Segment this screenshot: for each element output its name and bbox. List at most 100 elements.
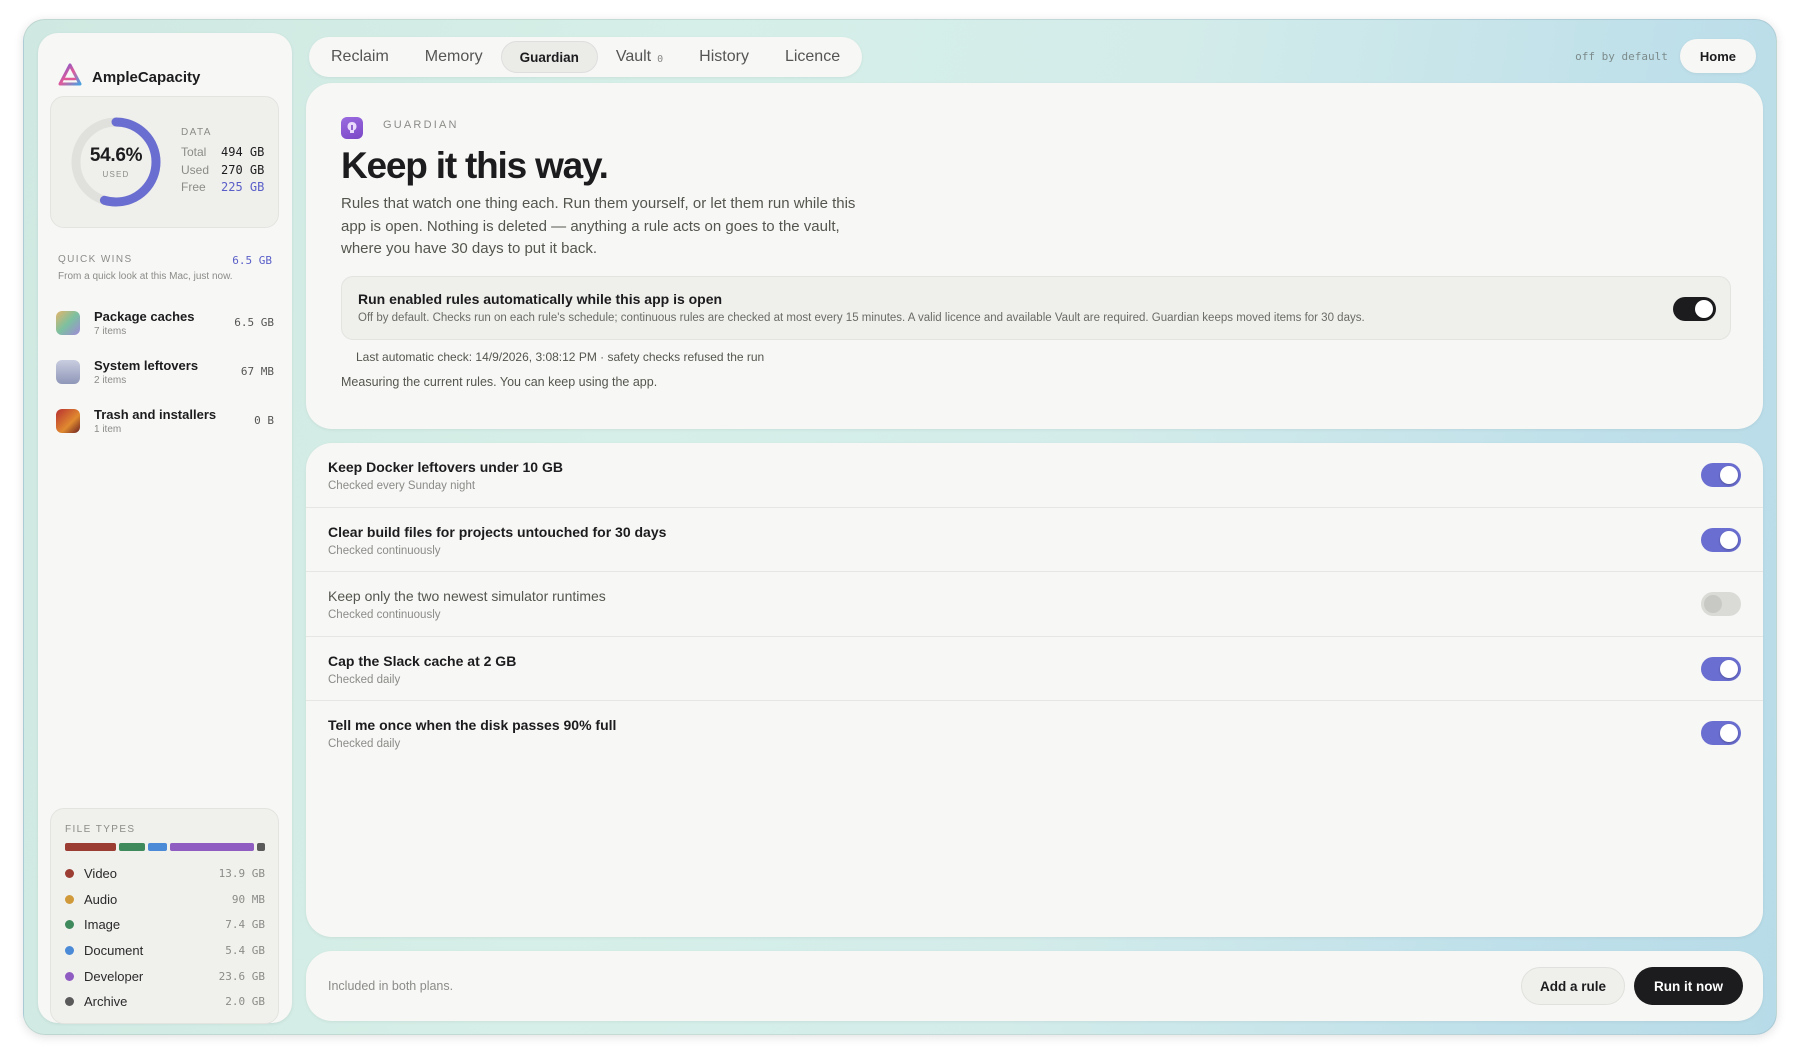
rule-title: Keep only the two newest simulator runti… [328,588,606,605]
rule-schedule: Checked daily [328,738,401,751]
app-name: AmpleCapacity [92,69,201,86]
file-types-list: Video 13.9 GB Audio 90 MB Image 7.4 GB Documen… [65,861,265,1015]
quick-wins-subtitle: From a quick look at this Mac, just now. [58,271,233,282]
file-type-row[interactable]: Document 5.4 GB [65,938,265,964]
auto-run-title: Run enabled rules automatically while th… [358,291,723,307]
rule-schedule: Checked continuously [328,544,441,557]
file-type-row[interactable]: Image 7.4 GB [65,912,265,938]
brand: AmpleCapacity [58,63,200,92]
file-type-bar-segment [169,843,255,851]
file-type-name: Document [84,943,144,959]
file-type-color-dot [65,869,74,879]
file-type-color-dot [65,971,74,981]
tab-vault[interactable]: Vault 0 [598,41,681,73]
rule-toggle[interactable] [1701,721,1741,746]
tab-memory[interactable]: Memory [407,41,501,73]
rule-toggle[interactable] [1701,463,1741,487]
quick-wins-total: 6.5 GB [232,254,272,267]
plan-note: Included in both plans. [328,979,454,993]
file-type-size: 7.4 GB [225,918,265,932]
file-type-name: Video [84,866,118,882]
app-logo-icon [58,63,82,92]
usage-label: USED [102,170,130,179]
guardian-status-text: off by default [1575,49,1668,63]
file-type-bar-segment [257,843,265,851]
guardian-header-card: GUARDIAN Keep it this way. Rules that wa… [306,83,1763,429]
rule-toggle[interactable] [1701,592,1741,617]
quick-wins-title: QUICK WINS [58,254,133,265]
run-now-button[interactable]: Run it now [1634,967,1743,1005]
quick-win-system-leftovers[interactable]: System leftovers 2 items 67 MB [56,347,274,396]
add-rule-button[interactable]: Add a rule [1520,967,1625,1005]
data-row-total: Total 494 GB [181,145,265,159]
app-window: AmpleCapacity 54.6% USED DATA Total 494 … [23,19,1777,1035]
file-type-row[interactable]: Archive 2.0 GB [65,989,265,1015]
quick-wins-list: Package caches 7 items 6.5 GB System lef… [56,298,274,445]
data-row-free: Free 225 GB [181,180,265,194]
data-row-used: Used 270 GB [181,162,265,177]
file-types-card: FILE TYPES Video 13.9 GB Audio 90 MB Image 7.… [50,808,279,1024]
rule-schedule: Checked continuously [328,609,441,622]
file-type-bar-segment [65,843,116,851]
vault-count-badge: 0 [657,53,664,65]
file-type-name: Archive [84,994,128,1010]
file-type-color-dot [65,894,74,904]
page-title: Keep it this way. [341,145,609,186]
file-type-row[interactable]: Audio 90 MB [65,887,265,913]
rule-schedule: Checked every Sunday night [328,480,476,492]
quick-win-trash-installers[interactable]: Trash and installers 1 item 0 B [56,396,274,445]
file-type-color-dot [65,997,74,1007]
disk-usage-card: 54.6% USED DATA Total 494 GB Used 270 GB… [50,96,279,228]
file-type-name: Image [84,917,121,933]
file-type-bar-segment [147,843,167,851]
file-type-size: 13.9 GB [218,867,265,881]
file-type-name: Developer [84,968,144,984]
quick-win-package-caches[interactable]: Package caches 7 items 6.5 GB [56,298,274,347]
rule-title: Keep Docker leftovers under 10 GB [328,459,563,475]
tab-licence[interactable]: Licence [767,41,858,73]
home-button[interactable]: Home [1679,39,1756,73]
rule-toggle[interactable] [1701,656,1741,681]
footer-bar: Included in both plans. Add a rule Run i… [306,951,1763,1021]
section-eyebrow: GUARDIAN [383,119,459,131]
tab-history[interactable]: History [681,41,767,73]
measuring-status: Measuring the current rules. You can kee… [341,375,658,389]
rule-title: Clear build files for projects untouched… [328,523,667,540]
rule-row[interactable]: Keep Docker leftovers under 10 GB Checke… [306,443,1763,508]
file-type-size: 5.4 GB [225,944,265,958]
rule-schedule: Checked daily [328,673,401,686]
file-types-heading: FILE TYPES [65,824,136,835]
quick-wins-header: QUICK WINS 6.5 GB [58,254,272,267]
package-caches-icon [56,310,80,335]
main-tabs: Reclaim Memory Guardian Vault 0 History L… [309,37,863,77]
tab-guardian[interactable]: Guardian [500,41,598,73]
topbar-right: off by default Home [1575,39,1756,73]
auto-run-toggle[interactable] [1673,297,1716,321]
sidebar: AmpleCapacity 54.6% USED DATA Total 494 … [38,33,292,1024]
last-check-status: Last automatic check: 14/9/2026, 3:08:12… [356,350,765,364]
file-type-row[interactable]: Developer 23.6 GB [65,963,265,989]
rules-list: Keep Docker leftovers under 10 GB Checke… [306,443,1763,937]
file-type-color-dot [65,920,74,930]
rule-row[interactable]: Keep only the two newest simulator runti… [306,572,1763,637]
file-type-size: 23.6 GB [218,969,265,983]
file-type-name: Audio [84,891,118,907]
auto-run-setting: Run enabled rules automatically while th… [341,276,1731,340]
rule-title: Cap the Slack cache at 2 GB [328,652,517,669]
rule-row[interactable]: Cap the Slack cache at 2 GB Checked dail… [306,637,1763,702]
system-leftovers-icon [56,359,80,384]
file-types-bar [65,843,265,851]
rule-title: Tell me once when the disk passes 90% fu… [328,717,617,734]
data-summary: DATA Total 494 GB Used 270 GB Free 225 G… [181,127,264,197]
tab-reclaim[interactable]: Reclaim [313,41,407,73]
file-type-bar-segment [118,843,145,851]
rule-row[interactable]: Tell me once when the disk passes 90% fu… [306,701,1763,766]
guardian-icon [341,117,363,139]
rule-toggle[interactable] [1701,527,1741,552]
file-type-row[interactable]: Video 13.9 GB [65,861,265,887]
usage-percent: 54.6% [89,145,143,166]
file-type-color-dot [65,946,74,956]
page-description: Rules that watch one thing each. Run the… [341,195,856,257]
rule-row[interactable]: Clear build files for projects untouched… [306,508,1763,573]
data-heading: DATA [181,127,212,138]
